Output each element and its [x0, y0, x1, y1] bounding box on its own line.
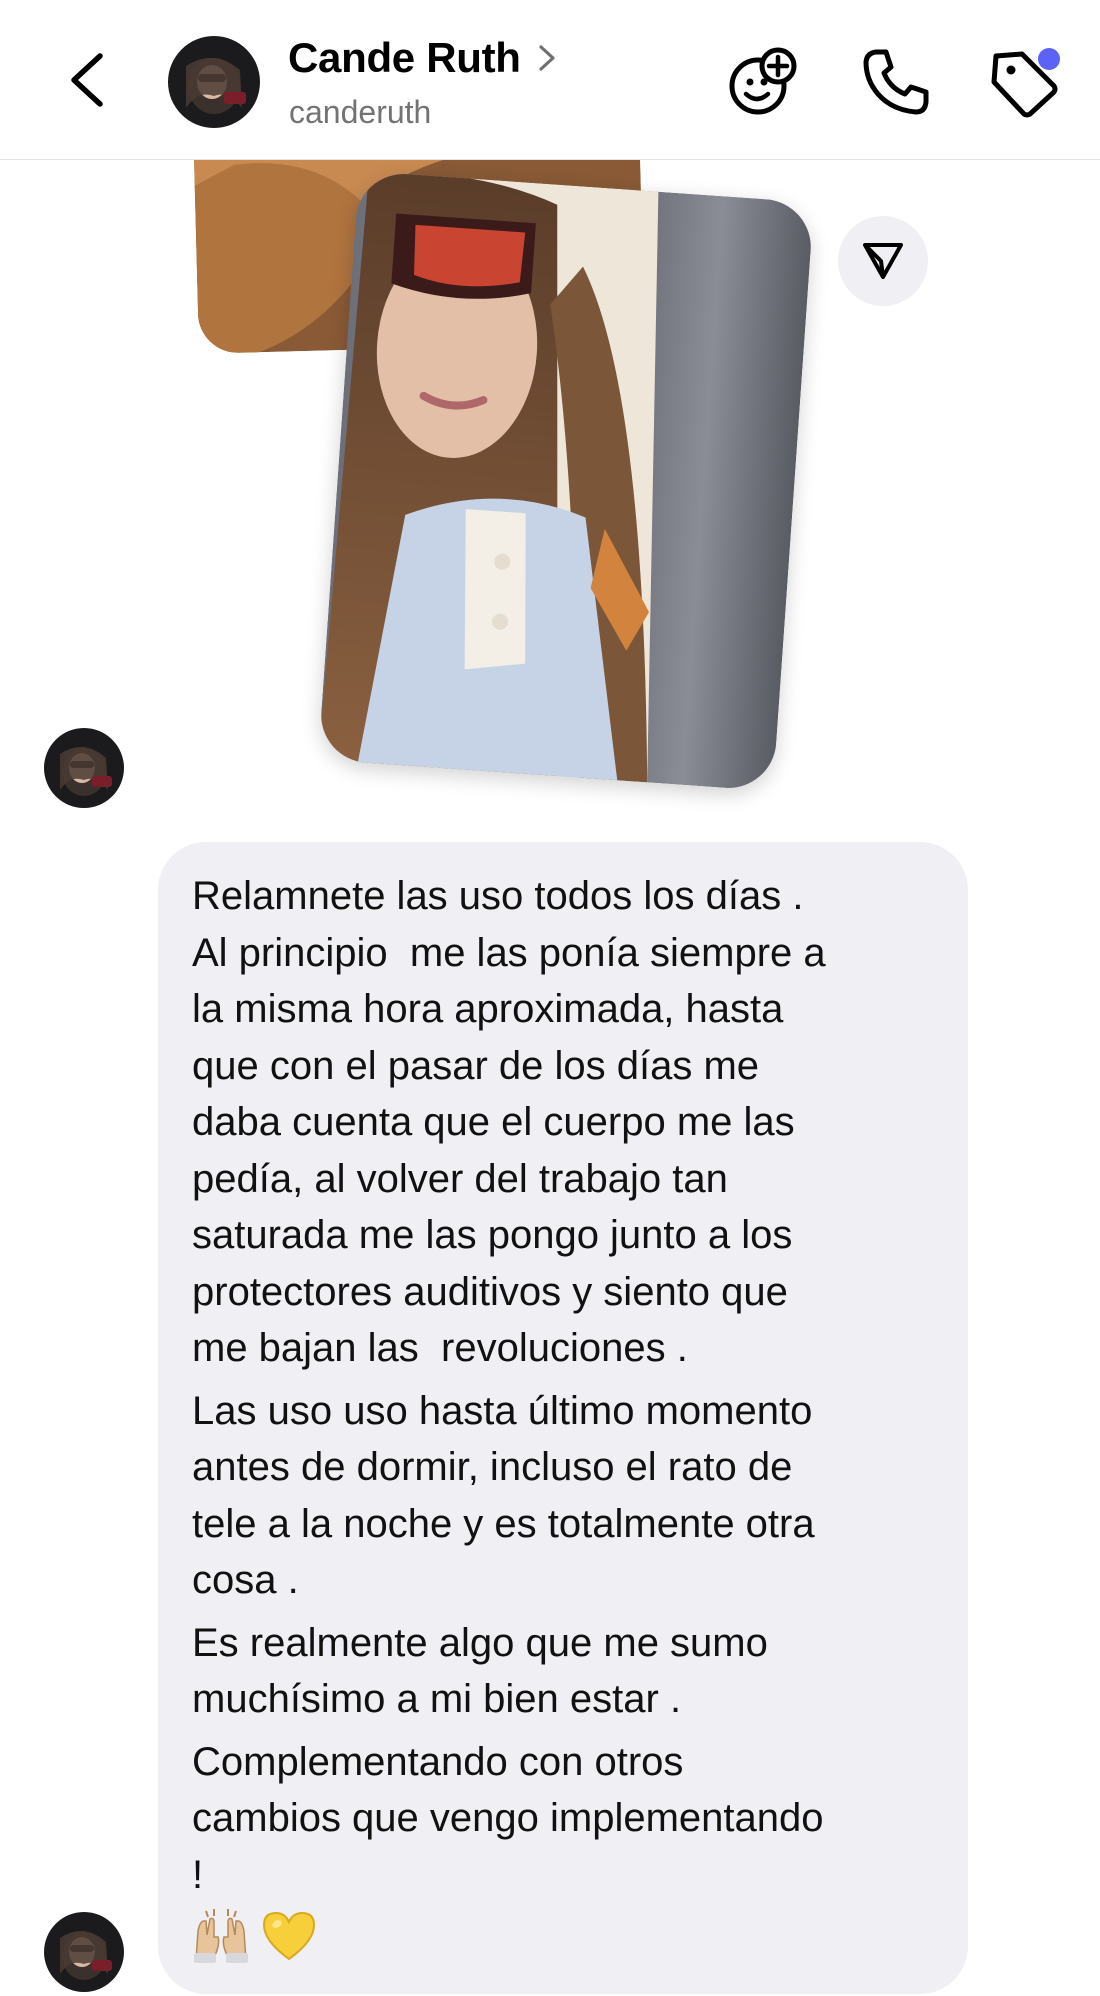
- message-line: pedía, al volver del trabajo tan: [192, 1156, 728, 1201]
- message-line: Complementando con otros: [192, 1739, 684, 1784]
- phone-icon: [863, 49, 929, 115]
- message-paragraph: Las uso uso hasta último momento antes d…: [192, 1383, 934, 1609]
- yellow-heart-emoji: [262, 1911, 316, 1961]
- message-line: Es realmente algo que me sumo: [192, 1620, 768, 1665]
- message-line: antes de dormir, incluso el rato de: [192, 1445, 793, 1489]
- dm-thread-screen: Cande Ruth canderuth Relamnete las uso t…: [0, 0, 1100, 1996]
- audio-call-button[interactable]: [856, 42, 936, 122]
- contact-name: Cande Ruth: [288, 34, 521, 81]
- face-plus-icon: [729, 47, 797, 115]
- notification-dot: [1038, 48, 1060, 70]
- thread-header: Cande Ruth canderuth: [0, 0, 1100, 160]
- message-line: cosa .: [192, 1558, 299, 1602]
- message-paragraph: Relamnete las uso todos los días . Al pr…: [192, 868, 934, 1377]
- share-button[interactable]: [838, 216, 928, 306]
- message-line: muchísimo a mi bien estar .: [192, 1677, 682, 1721]
- message-line: Relamnete las uso todos los días .: [192, 874, 804, 918]
- message-line: cambios que vengo implementando: [192, 1796, 824, 1840]
- contact-username: canderuth: [289, 94, 432, 130]
- contact-name-row[interactable]: Cande Ruth: [288, 34, 557, 82]
- back-button[interactable]: [62, 48, 118, 112]
- message-bubble[interactable]: Relamnete las uso todos los días . Al pr…: [158, 842, 968, 1994]
- message-line: Al principio me las ponía siempre a: [192, 930, 826, 975]
- message-line: Las uso uso hasta último momento: [192, 1388, 813, 1433]
- message-line: !: [192, 1852, 204, 1897]
- message-line: que con el pasar de los días me: [192, 1043, 760, 1088]
- chevron-left-icon: [71, 53, 103, 107]
- message-line: me bajan las revoluciones .: [192, 1326, 688, 1370]
- contact-avatar[interactable]: [168, 36, 260, 128]
- message-paragraph: Es realmente algo que me sumo muchísimo …: [192, 1615, 934, 1728]
- message-line: protectores auditivos y siento que: [192, 1269, 788, 1314]
- message-line: la misma hora aproximada, hasta: [192, 987, 784, 1031]
- send-icon: [863, 243, 903, 279]
- sender-avatar[interactable]: [44, 728, 124, 808]
- shared-photo[interactable]: [317, 170, 815, 792]
- chevron-right-icon: [539, 45, 555, 71]
- message-line: tele a la noche y es totalmente otra: [192, 1501, 815, 1546]
- message-paragraph: Complementando con otros cambios que ven…: [192, 1734, 934, 1904]
- effects-button[interactable]: [724, 42, 804, 122]
- emoji-row: [192, 1907, 934, 1963]
- raising-hands-emoji: [194, 1909, 248, 1963]
- message-line: saturada me las pongo junto a los: [192, 1213, 793, 1257]
- message-line: daba cuenta que el cuerpo me las: [192, 1100, 795, 1144]
- sender-avatar[interactable]: [44, 1912, 124, 1992]
